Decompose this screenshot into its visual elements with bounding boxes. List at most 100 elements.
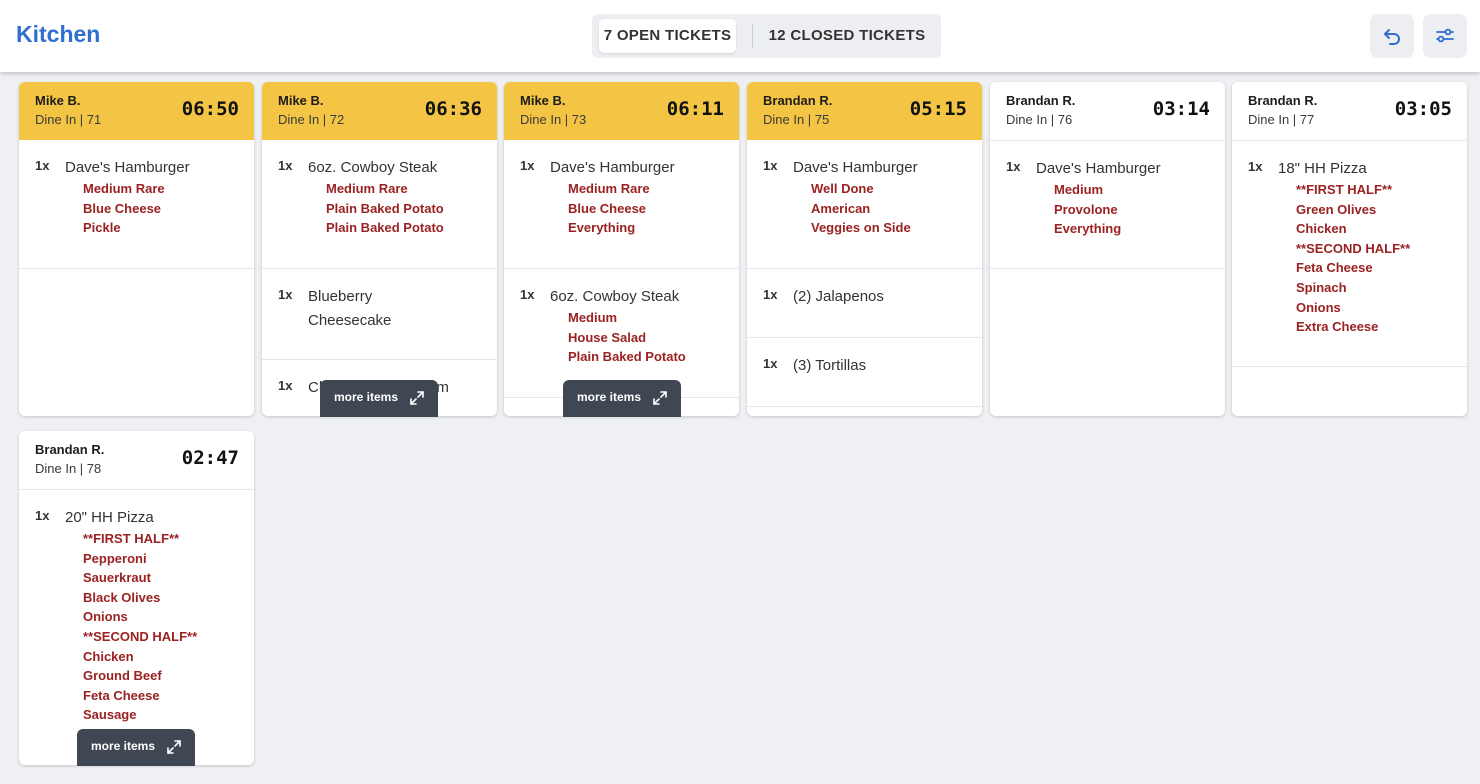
- ticket-header: Mike B. Dine In | 72 06:36: [262, 82, 497, 140]
- item-modifier: Onions: [83, 609, 128, 625]
- ticket-table: Dine In | 76: [1006, 112, 1073, 127]
- item-modifier: Plain Baked Potato: [326, 220, 444, 236]
- ticket-server: Brandan R.: [763, 93, 833, 108]
- item-modifier: Onions: [1296, 299, 1341, 315]
- item-modifier: **SECOND HALF**: [83, 628, 198, 644]
- ticket-card[interactable]: Mike B. Dine In | 73 06:11 1x Dave's Ham…: [504, 82, 739, 416]
- sliders-icon: [1436, 28, 1454, 43]
- item-modifier: Pickle: [83, 220, 121, 236]
- item-name: Dave's Hamburger: [1036, 160, 1161, 177]
- item-modifier: **FIRST HALF**: [83, 531, 180, 546]
- item-qty: 1x: [763, 287, 778, 302]
- item-modifier: Pepperoni: [83, 550, 147, 566]
- ticket-card[interactable]: Brandan R. Dine In | 78 02:47 1x 20" HH …: [19, 431, 254, 765]
- ticket-table: Dine In | 73: [520, 112, 587, 127]
- more-items-button[interactable]: more items: [320, 380, 438, 417]
- item-name: Dave's Hamburger: [793, 159, 918, 176]
- item-modifier: Medium: [1054, 182, 1104, 197]
- item-qty: 1x: [278, 158, 293, 173]
- ticket-timer: 02:47: [181, 447, 239, 469]
- item-qty: 1x: [35, 158, 50, 173]
- item-modifier: Well Done: [811, 181, 874, 196]
- ticket-header: Brandan R. Dine In | 75 05:15: [747, 82, 982, 140]
- ticket-header: Brandan R. Dine In | 77 03:05: [1232, 82, 1467, 140]
- ticket-item[interactable]: 1x Dave's Hamburger Medium Provolone Eve…: [990, 141, 1225, 269]
- item-qty: 1x: [520, 158, 535, 173]
- ticket-card[interactable]: Brandan R. Dine In | 75 05:15 1x Dave's …: [747, 82, 982, 416]
- tab-open-tickets[interactable]: 7 OPEN TICKETS: [599, 19, 736, 53]
- ticket-item[interactable]: 1x 6oz. Cowboy Steak Medium Rare Plain B…: [262, 140, 497, 269]
- item-modifier: House Salad: [568, 329, 647, 345]
- ticket-header: Brandan R. Dine In | 76 03:14: [990, 82, 1225, 140]
- item-qty: 1x: [763, 158, 778, 173]
- undo-button[interactable]: [1370, 14, 1414, 58]
- item-qty: 1x: [520, 287, 535, 302]
- ticket-timer: 06:36: [424, 98, 482, 120]
- ticket-card[interactable]: Mike B. Dine In | 71 06:50 1x Dave's Ham…: [19, 82, 254, 416]
- item-modifier: Spinach: [1296, 279, 1347, 295]
- item-modifier: Plain Baked Potato: [326, 200, 444, 216]
- item-name: Dave's Hamburger: [550, 159, 675, 176]
- more-items-button[interactable]: more items: [563, 380, 681, 417]
- item-modifier: Everything: [1054, 221, 1122, 237]
- item-modifier: American: [811, 200, 871, 216]
- ticket-card[interactable]: Brandan R. Dine In | 76 03:14 1x Dave's …: [990, 82, 1225, 416]
- ticket-item[interactable]: 1x 20" HH Pizza **FIRST HALF** Pepperoni…: [19, 490, 254, 765]
- item-modifier: Veggies on Side: [811, 220, 911, 236]
- ticket-timer: 05:15: [909, 98, 967, 120]
- item-modifier: Blue Cheese: [568, 200, 647, 216]
- item-modifier: **SECOND HALF**: [1296, 240, 1411, 256]
- ticket-item[interactable]: 1x Dave's Hamburger Well Done American V…: [747, 140, 982, 269]
- ticket-timer: 06:50: [181, 98, 239, 120]
- ticket-server: Brandan R.: [1006, 93, 1076, 108]
- ticket-card[interactable]: Brandan R. Dine In | 77 03:05 1x 18" HH …: [1232, 82, 1467, 416]
- ticket-table: Dine In | 71: [35, 112, 102, 127]
- item-modifier: Extra Cheese: [1296, 319, 1379, 335]
- ticket-item[interactable]: 1x (3) Tortillas: [747, 338, 982, 407]
- ticket-header: Mike B. Dine In | 71 06:50: [19, 82, 254, 140]
- item-qty: 1x: [278, 287, 293, 302]
- item-name: 6oz. Cowboy Steak: [550, 288, 680, 305]
- settings-button[interactable]: [1423, 14, 1467, 58]
- item-modifier: Medium Rare: [83, 181, 165, 196]
- expand-icon: [653, 391, 667, 405]
- ticket-server: Mike B.: [278, 93, 324, 108]
- ticket-table: Dine In | 75: [763, 112, 830, 127]
- more-items-label: more items: [334, 390, 399, 404]
- ticket-filter-tabs: 7 OPEN TICKETS 12 CLOSED TICKETS: [592, 14, 941, 58]
- tab-divider: [752, 24, 753, 48]
- item-qty: 1x: [1248, 159, 1263, 174]
- ticket-server: Mike B.: [520, 93, 566, 108]
- ticket-server: Mike B.: [35, 93, 81, 108]
- ticket-table: Dine In | 78: [35, 461, 102, 476]
- item-modifier: **FIRST HALF**: [1296, 182, 1393, 197]
- item-name: Blueberry Cheesecake: [308, 288, 392, 329]
- ticket-timer: 03:14: [1152, 98, 1210, 120]
- item-qty: 1x: [278, 378, 293, 393]
- ticket-table: Dine In | 72: [278, 112, 345, 127]
- item-modifier: Chicken: [83, 648, 134, 664]
- ticket-card[interactable]: Mike B. Dine In | 72 06:36 1x 6oz. Cowbo…: [262, 82, 497, 416]
- ticket-item[interactable]: 1x Dave's Hamburger Medium Rare Blue Che…: [504, 140, 739, 269]
- ticket-item[interactable]: 1x (2) Jalapenos: [747, 269, 982, 338]
- item-modifier: Green Olives: [1296, 201, 1377, 217]
- undo-icon: [1384, 29, 1400, 45]
- item-modifier: Ground Beef: [83, 668, 162, 684]
- item-name: 6oz. Cowboy Steak: [308, 159, 438, 176]
- more-items-button[interactable]: more items: [77, 729, 195, 766]
- ticket-item[interactable]: 1x 18" HH Pizza **FIRST HALF** Green Oli…: [1232, 141, 1467, 367]
- ticket-header: Mike B. Dine In | 73 06:11: [504, 82, 739, 140]
- item-qty: 1x: [35, 508, 50, 523]
- ticket-item[interactable]: 1x Blueberry Cheesecake: [262, 269, 497, 360]
- more-items-label: more items: [91, 739, 156, 753]
- ticket-item[interactable]: 1x Dave's Hamburger Medium Rare Blue Che…: [19, 140, 254, 269]
- top-bar: Kitchen 7 OPEN TICKETS 12 CLOSED TICKETS: [0, 0, 1480, 72]
- ticket-item[interactable]: 1x 6oz. Cowboy Steak Medium House Salad …: [504, 269, 739, 398]
- item-modifier: Medium Rare: [326, 181, 408, 196]
- item-qty: 1x: [763, 356, 778, 371]
- item-qty: 1x: [1006, 159, 1021, 174]
- item-modifier: Feta Cheese: [83, 687, 160, 703]
- tab-closed-tickets[interactable]: 12 CLOSED TICKETS: [758, 19, 936, 53]
- ticket-header: Brandan R. Dine In | 78 02:47: [19, 431, 254, 489]
- ticket-timer: 06:11: [666, 98, 724, 120]
